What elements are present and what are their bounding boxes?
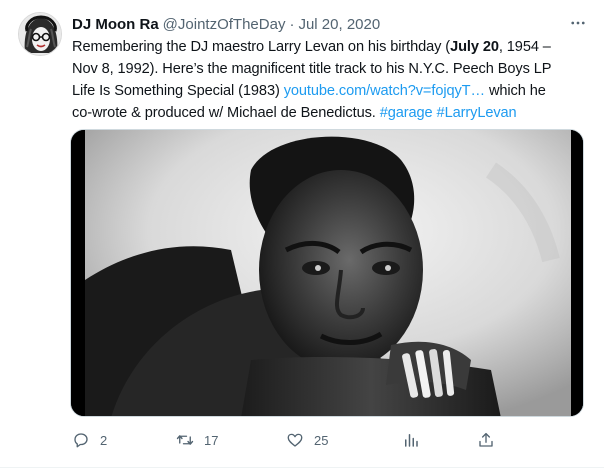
tweet-text-line-1: Remembering the DJ maestro Larry Levan o… <box>72 36 592 58</box>
author-name[interactable]: DJ Moon Ra <box>72 16 159 33</box>
tweet-actions-bar: 2 17 25 <box>72 427 502 453</box>
reply-icon <box>74 433 88 448</box>
youtube-link[interactable]: youtube.com/watch?v=fojqyT… <box>284 83 485 99</box>
tweet-text: Remembering the DJ maestro Larry Levan o… <box>72 36 592 124</box>
text-segment: Remembering the DJ maestro Larry Levan o… <box>72 39 451 55</box>
retweet-icon <box>176 435 194 445</box>
author-handle[interactable]: @JointzOfTheDay <box>163 16 286 33</box>
text-segment: Life Is Something Special (1983) <box>72 83 284 99</box>
analytics-icon <box>405 434 418 447</box>
tweet-card[interactable]: DJ Moon Ra @JointzOfTheDay · Jul 20, 202… <box>0 0 604 468</box>
tweet-date[interactable]: Jul 20, 2020 <box>298 16 380 33</box>
tweet-text-line-3: Life Is Something Special (1983) youtube… <box>72 80 592 102</box>
hashtag-larrylevan[interactable]: #LarryLevan <box>437 105 517 121</box>
like-count: 25 <box>314 432 329 448</box>
portrait-photo <box>71 130 583 416</box>
hashtag-garage[interactable]: #garage <box>380 105 433 121</box>
heart-icon <box>287 433 303 447</box>
avatar-image <box>19 13 61 55</box>
text-segment: , 1954 – <box>498 39 551 55</box>
tweet-media-photo[interactable] <box>70 129 584 417</box>
header-separator: · <box>289 15 295 33</box>
retweet-count: 17 <box>204 432 219 448</box>
like-button[interactable]: 25 <box>286 427 328 453</box>
reply-count: 2 <box>100 432 108 448</box>
text-segment: which he <box>485 83 546 99</box>
text-segment: co-wrote & produced w/ Michael de Benedi… <box>72 105 380 121</box>
avatar[interactable] <box>18 12 62 56</box>
text-bold-date: July 20 <box>450 39 499 55</box>
reply-button[interactable]: 2 <box>72 427 107 453</box>
analytics-button[interactable] <box>402 427 420 453</box>
more-icon[interactable] <box>566 12 590 34</box>
retweet-button[interactable]: 17 <box>176 427 218 453</box>
tweet-header: DJ Moon Ra @JointzOfTheDay · Jul 20, 202… <box>72 13 590 35</box>
share-icon <box>479 432 493 447</box>
tweet-text-line-2: Nov 8, 1992). Here’s the magnificent tit… <box>72 61 552 77</box>
tweet-text-line-4: co-wrote & produced w/ Michael de Benedi… <box>72 102 592 124</box>
share-button[interactable] <box>477 427 495 453</box>
